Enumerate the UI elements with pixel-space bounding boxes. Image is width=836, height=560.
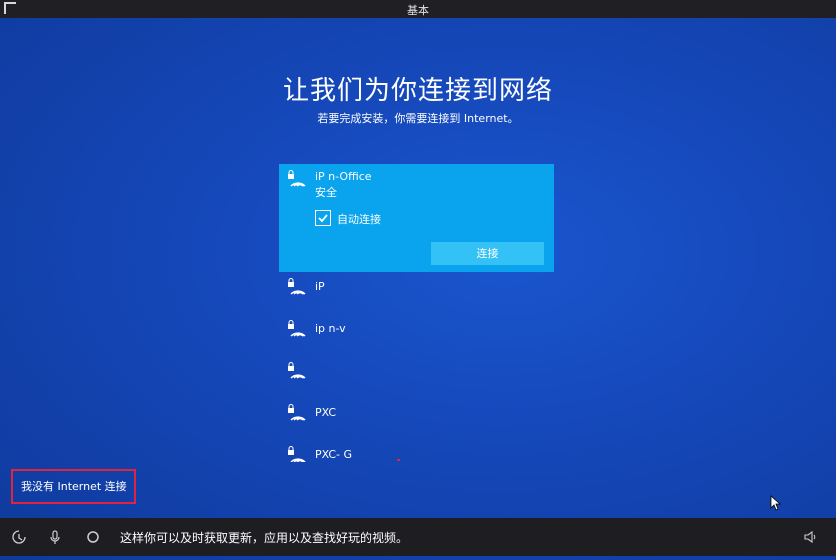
wifi-secure-icon	[288, 404, 306, 421]
title-bar: 基本	[0, 0, 836, 18]
auto-connect-label: 自动连接	[337, 213, 381, 226]
network-item[interactable]: iP	[279, 272, 554, 314]
volume-icon[interactable]	[804, 530, 818, 544]
wifi-secure-icon	[288, 278, 306, 295]
microphone-icon[interactable]	[50, 530, 60, 545]
wifi-secure-icon	[288, 362, 306, 379]
network-name: iP n-Office	[315, 170, 372, 183]
wifi-secure-icon	[288, 446, 306, 462]
network-item[interactable]: PXC	[279, 398, 554, 440]
artifact-dot	[397, 459, 400, 461]
network-list: iP n-Office 安全 自动连接 连接 iP ip n-v PXC PXC…	[279, 164, 554, 462]
taskbar-hint: 这样你可以及时获取更新，应用以及查找好玩的视频。	[120, 531, 409, 545]
wifi-secure-icon	[288, 170, 306, 187]
network-name: ip n-v	[315, 322, 346, 335]
auto-connect-checkbox[interactable]	[315, 210, 331, 226]
network-item[interactable]	[279, 356, 554, 398]
network-name: iP	[315, 280, 325, 293]
window-title: 基本	[407, 4, 429, 17]
accessibility-icon[interactable]	[12, 530, 26, 544]
page-subtitle: 若要完成安装，你需要连接到 Internet。	[317, 112, 519, 125]
cortana-icon[interactable]	[86, 530, 100, 544]
network-item[interactable]: PXC- G	[279, 440, 554, 462]
network-name: PXC- G	[315, 448, 353, 461]
no-internet-link[interactable]: 我没有 Internet 连接	[11, 469, 136, 504]
mouse-cursor-icon	[770, 495, 782, 511]
taskbar: 这样你可以及时获取更新，应用以及查找好玩的视频。	[0, 518, 836, 556]
page-title: 让我们为你连接到网络	[282, 76, 553, 106]
network-security: 安全	[315, 186, 337, 199]
network-item-selected[interactable]: iP n-Office 安全 自动连接 连接	[279, 164, 554, 272]
check-icon	[318, 214, 328, 223]
network-name: PXC	[315, 406, 337, 419]
setup-screen: 基本 让我们为你连接到网络 若要完成安装，你需要连接到 Internet。 iP…	[0, 0, 836, 560]
network-item[interactable]: ip n-v	[279, 314, 554, 356]
wifi-secure-icon	[288, 320, 306, 337]
connect-button[interactable]: 连接	[431, 242, 544, 265]
main-content: 让我们为你连接到网络 若要完成安装，你需要连接到 Internet。 iP n-…	[0, 18, 836, 518]
